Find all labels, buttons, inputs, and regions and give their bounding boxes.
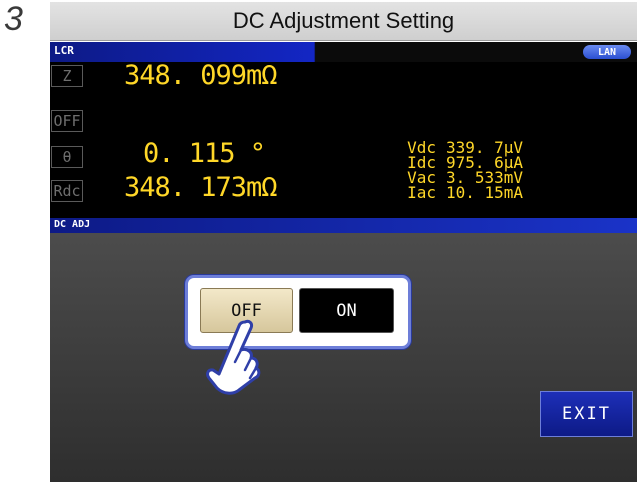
exit-button[interactable]: EXIT (540, 391, 633, 437)
reading-rdc: 348. 173mΩ (124, 172, 278, 203)
monitor-label: Iac (407, 183, 436, 202)
param-z[interactable]: Z (51, 65, 83, 87)
mode-label: LCR (54, 44, 74, 57)
param-theta[interactable]: θ (51, 146, 83, 168)
param-off[interactable]: OFF (51, 110, 83, 132)
page-title: DC Adjustment Setting (50, 2, 637, 41)
on-button[interactable]: ON (299, 288, 394, 333)
param-rdc[interactable]: Rdc (51, 180, 83, 202)
section-bar: DC ADJ (50, 218, 637, 233)
settings-panel (50, 233, 637, 482)
section-label: DC ADJ (54, 219, 91, 230)
mode-bar: LCR LAN (50, 42, 637, 62)
monitor-value: 10. 15mA (446, 183, 524, 202)
lan-badge: LAN (583, 45, 631, 59)
step-number: 3 (4, 0, 23, 38)
instrument-screen: LCR LAN Z OFF θ Rdc 348. 099mΩ 0. 115 ° … (50, 42, 637, 482)
reading-theta: 0. 115 ° (143, 138, 266, 169)
reading-z: 348. 099mΩ (124, 60, 278, 91)
pointing-hand-icon (206, 319, 261, 395)
